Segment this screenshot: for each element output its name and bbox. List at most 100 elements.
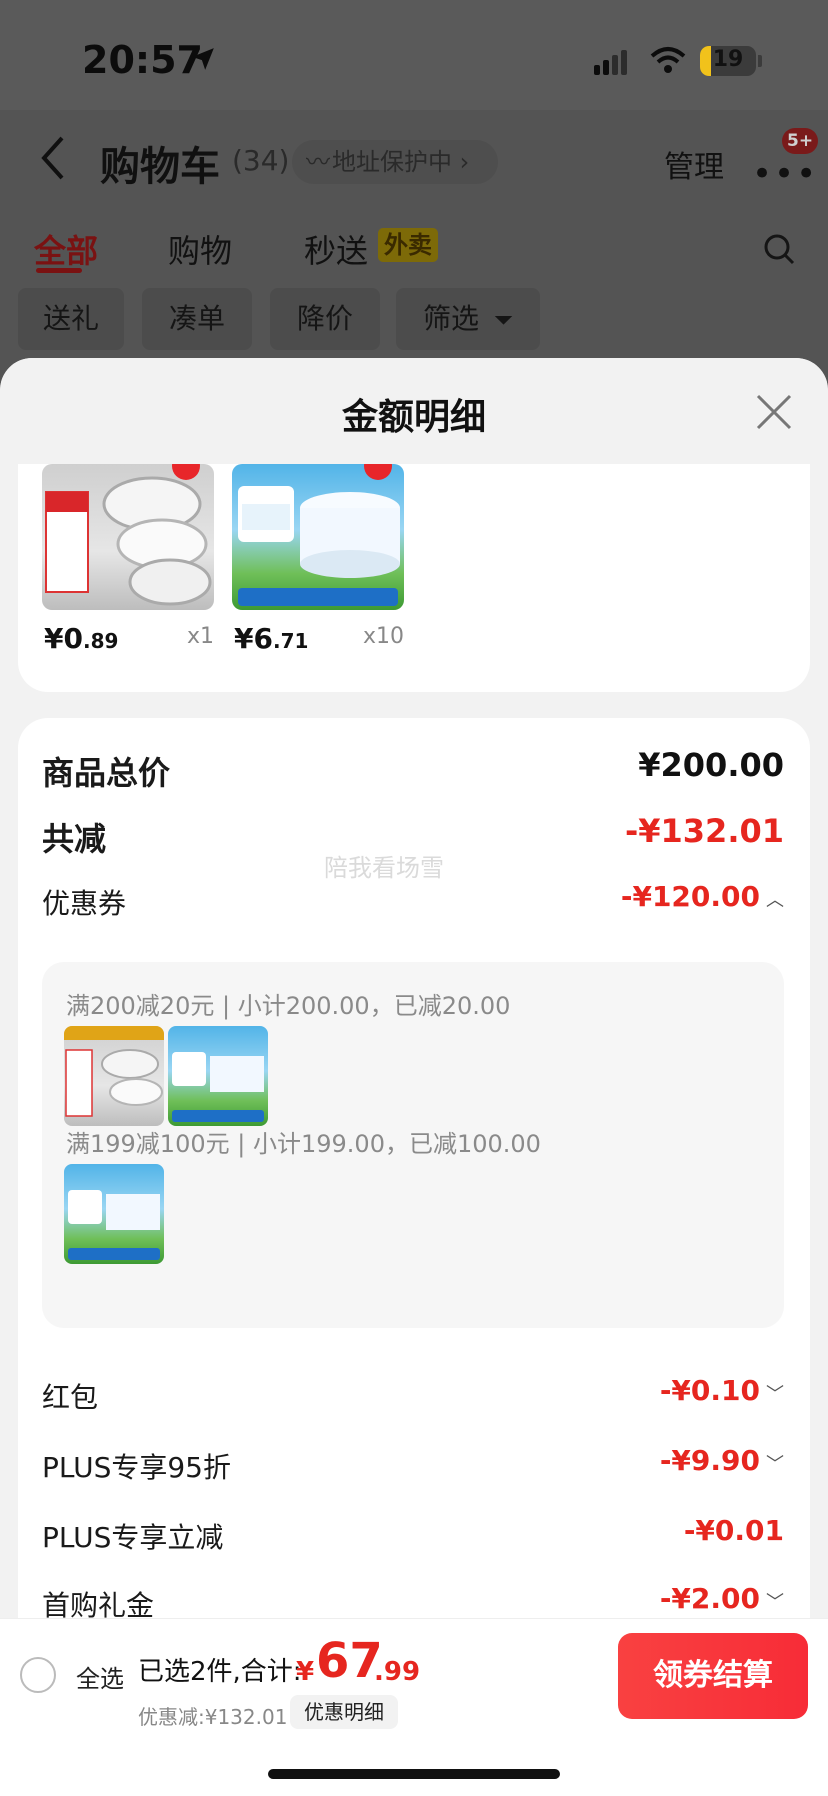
coupon-detail: 小计200.00，已减20.00 — [237, 992, 511, 1020]
coupon-breakdown: 满200减20元 | 小计200.00，已减20.00 满199减100元 | … — [42, 962, 784, 1328]
product-qty: x1 — [186, 624, 214, 649]
plus-reduce-value: -¥0.01 — [683, 1514, 784, 1547]
tab-all[interactable]: 全部 — [34, 226, 98, 272]
chevron-up-icon: ︿ — [766, 890, 784, 911]
row-plus-reduce: PLUS专享立减 -¥0.01 — [42, 1510, 784, 1560]
checkout-button[interactable]: 领券结算 — [618, 1633, 808, 1719]
chip-bundle[interactable]: 凑单 — [142, 288, 252, 350]
sheet-header: 金额明细 — [0, 358, 828, 464]
divider: | — [222, 992, 238, 1020]
coupon-product-thumb-yogurt — [64, 1164, 164, 1264]
product-price: ¥6.71 — [234, 622, 308, 655]
plus-reduce-label: PLUS专享立减 — [42, 1521, 224, 1554]
nav-bar: 购物车 (34) 〰地址保护中 › 管理 ••• 5+ — [0, 110, 828, 210]
selected-summary: 已选2件,合计: — [138, 1657, 302, 1687]
price-int: ¥0 — [44, 622, 83, 655]
coupon-rule-line: 满199减100元 | 小计199.00，已减100.00 — [66, 1124, 541, 1159]
discount-summary: 优惠减:¥132.01 — [138, 1705, 288, 1729]
manage-button[interactable]: 管理 — [664, 142, 724, 186]
filter-funnel-icon: ⏷ — [493, 306, 514, 334]
product-price: ¥0.89 — [44, 622, 118, 655]
yogurt-illustration — [238, 464, 400, 606]
red-packet-label: 红包 — [42, 1381, 99, 1414]
discount-detail-button[interactable]: 优惠明细 — [290, 1695, 398, 1729]
wifi-icon — [650, 47, 686, 73]
first-buy-value: -¥2.00 — [659, 1582, 760, 1615]
total-reduction-label: 共减 — [42, 820, 107, 858]
more-icon[interactable]: ••• — [752, 154, 818, 194]
active-tab-underline — [36, 268, 82, 273]
shield-icon: 〰 — [306, 148, 330, 176]
select-all-checkbox[interactable] — [20, 1657, 56, 1693]
coupon-rule: 满200减20元 — [66, 992, 215, 1020]
red-packet-value: -¥0.10 — [659, 1374, 760, 1407]
price-int: ¥6 — [234, 622, 273, 655]
chevron-down-icon: ﹀ — [766, 1454, 784, 1475]
chevron-down-icon: ﹀ — [766, 1592, 784, 1613]
home-indicator — [268, 1769, 560, 1779]
total-reduction-value: -¥132.01 — [624, 812, 784, 850]
tape-thumb-illustration — [64, 1026, 164, 1117]
plus-95-value: -¥9.90 — [659, 1444, 760, 1477]
goods-total-label: 商品总价 — [42, 754, 171, 792]
chip-filter-label: 筛选 — [422, 302, 479, 335]
product-image-yogurt — [232, 464, 404, 610]
coupon-value-wrap: -¥120.00 ︿ — [621, 880, 784, 913]
product-qty: x10 — [362, 624, 404, 649]
tape-rolls-illustration — [45, 464, 212, 606]
coupon-product-thumb-yogurt — [168, 1026, 268, 1126]
tab-instant[interactable]: 秒送 — [304, 226, 368, 272]
close-icon[interactable] — [754, 392, 794, 432]
coupon-rule-line: 满200减20元 | 小计200.00，已减20.00 — [66, 986, 510, 1021]
chip-gift[interactable]: 送礼 — [18, 288, 124, 350]
divider: | — [237, 1130, 253, 1158]
row-coupon[interactable]: 优惠券 -¥120.00 ︿ — [42, 876, 784, 926]
chip-filter[interactable]: 筛选 ⏷ — [396, 288, 540, 350]
goods-total-value: ¥200.00 — [638, 746, 784, 784]
total-currency: ¥ — [296, 1657, 315, 1687]
select-all-label: 全选 — [76, 1665, 124, 1693]
sheet-title: 金额明细 — [341, 397, 486, 438]
coupon-value: -¥120.00 — [620, 880, 760, 913]
price-dec: .89 — [82, 629, 119, 653]
back-chevron-icon[interactable] — [38, 134, 68, 182]
checkout-bar: 全选 已选2件,合计: ¥ 67 .99 优惠减:¥132.01 优惠明细 领券… — [0, 1618, 828, 1796]
cellular-signal-icon — [594, 50, 630, 75]
total-integer: 67 — [316, 1633, 383, 1689]
tab-shopping[interactable]: 购物 — [168, 226, 232, 272]
amount-detail-card: 商品总价 ¥200.00 共减 -¥132.01 陪我看场雪 优惠券 -¥120… — [18, 718, 810, 1718]
chip-price-drop[interactable]: 降价 — [270, 288, 380, 350]
cart-count: (34) — [232, 144, 290, 177]
coupon-detail: 小计199.00，已减100.00 — [252, 1130, 541, 1158]
row-goods-total: 商品总价 ¥200.00 — [42, 742, 784, 792]
row-plus-95[interactable]: PLUS专享95折 -¥9.90 ﹀ — [42, 1440, 784, 1490]
amount-detail-sheet: 金额明细 ¥0.89 x1 ¥6.71 x10 商品总价 ¥200.00 共减 … — [0, 358, 828, 1796]
coupon-label: 优惠券 — [42, 887, 127, 920]
product-item[interactable]: ¥6.71 x10 — [232, 464, 404, 655]
coupon-rule: 满199减100元 — [66, 1130, 230, 1158]
first-buy-value-wrap: -¥2.00 ﹀ — [660, 1582, 784, 1615]
address-protection-pill[interactable]: 〰地址保护中 › — [292, 140, 498, 184]
plus-95-value-wrap: -¥9.90 ﹀ — [660, 1444, 784, 1477]
message-badge: 5+ — [782, 128, 819, 154]
takeout-tag: 外卖 — [378, 228, 438, 262]
coupon-product-thumb-tape — [64, 1026, 164, 1126]
total-decimal: .99 — [374, 1657, 421, 1687]
status-bar: 20:57 19 — [0, 0, 828, 110]
chevron-right-icon: › — [452, 148, 470, 176]
battery-tip — [758, 55, 762, 67]
filter-chips: 送礼 凑单 降价 筛选 ⏷ — [0, 288, 828, 358]
plus-95-label: PLUS专享95折 — [42, 1451, 231, 1484]
search-icon[interactable] — [762, 232, 796, 266]
page-title: 购物车 — [100, 144, 220, 190]
price-dec: .71 — [272, 629, 309, 653]
product-item[interactable]: ¥0.89 x1 — [42, 464, 214, 655]
cart-page: 20:57 19 购物车 (34) 〰地址保护中 › 管理 ••• 5+ 全部 … — [0, 0, 828, 1796]
battery-level: 19 — [712, 47, 744, 72]
location-arrow-icon — [192, 48, 214, 70]
battery-indicator: 19 — [700, 46, 756, 76]
row-red-packet[interactable]: 红包 -¥0.10 ﹀ — [42, 1370, 784, 1420]
product-image-tape — [42, 464, 214, 610]
yogurt-thumb-illustration — [68, 1190, 160, 1260]
address-protection-label: 地址保护中 — [332, 148, 452, 176]
